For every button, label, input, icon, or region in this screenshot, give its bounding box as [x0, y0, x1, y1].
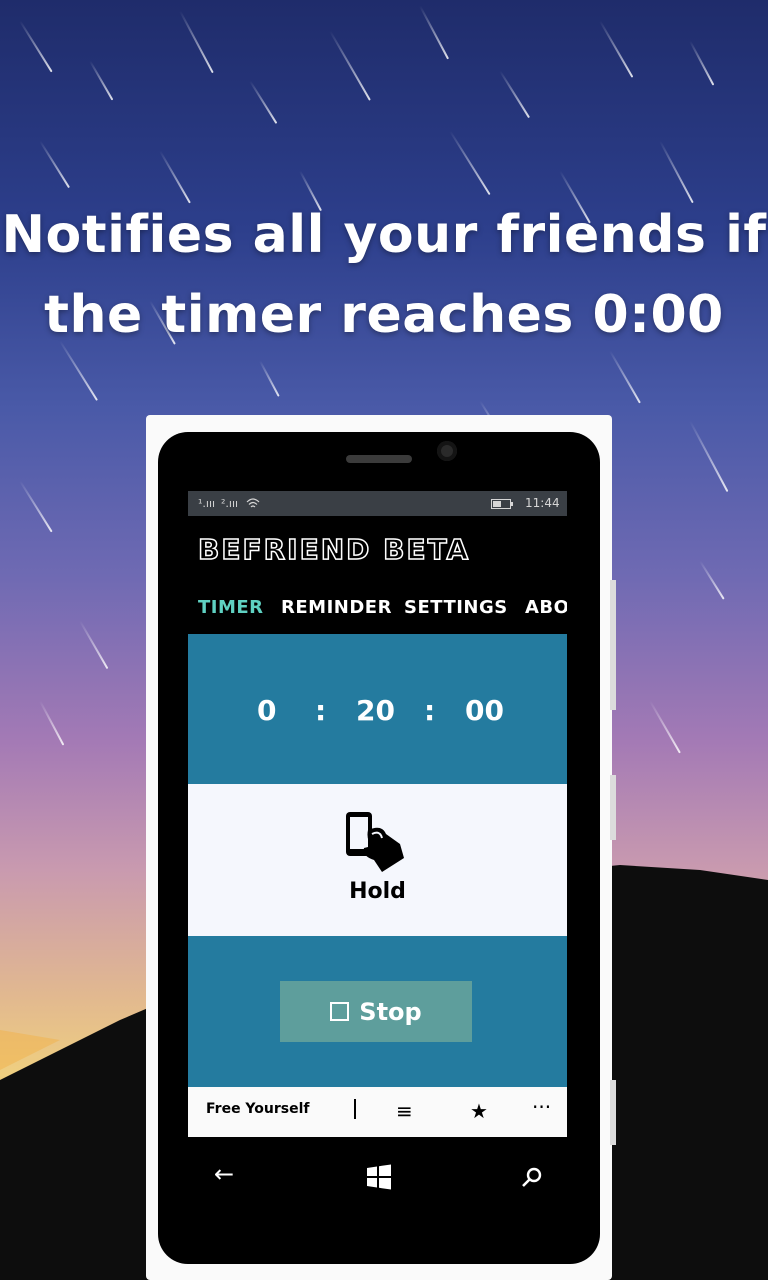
- stop-label: Stop: [359, 997, 422, 1026]
- timer-panel: 0 : 20 : 00: [188, 634, 567, 784]
- camera-button: [610, 1080, 616, 1145]
- volume-button: [610, 580, 616, 710]
- status-bar: ¹.ııı ².ııı 11:44: [188, 491, 567, 516]
- tab-about[interactable]: ABO: [525, 597, 567, 618]
- back-icon[interactable]: ←: [214, 1160, 234, 1188]
- tab-reminder[interactable]: REMINDER: [281, 597, 392, 618]
- headline-line-1: Notifies all your friends if: [1, 205, 767, 265]
- tab-settings[interactable]: SETTINGS: [404, 597, 508, 618]
- wifi-icon: [246, 498, 260, 508]
- timer-separator-2: :: [424, 694, 436, 727]
- power-button: [610, 775, 616, 840]
- tab-timer[interactable]: TIMER: [198, 597, 264, 618]
- stop-button[interactable]: Stop: [280, 981, 472, 1042]
- free-yourself-label[interactable]: Free Yourself: [206, 1101, 310, 1117]
- hand-phone-icon: [346, 812, 404, 872]
- signal-1-icon: ¹.ııı: [198, 497, 216, 510]
- hold-button[interactable]: Hold: [188, 784, 567, 936]
- timer-hours[interactable]: 0: [257, 694, 276, 727]
- hold-label: Hold: [349, 879, 406, 904]
- timer-seconds[interactable]: 00: [465, 694, 504, 727]
- timer-minutes[interactable]: 20: [356, 694, 395, 727]
- speaker-grille: [346, 455, 412, 463]
- headline-line-2: the timer reaches 0:00: [44, 285, 724, 345]
- phone-screen: ¹.ııı ².ııı 11:44 BEFRIEND BETA TIMER RE…: [188, 491, 567, 1137]
- windows-icon[interactable]: [366, 1164, 392, 1190]
- stop-panel: Stop: [188, 936, 567, 1087]
- headline: Notifies all your friends if the timer r…: [0, 195, 768, 355]
- appbar-divider: [354, 1099, 356, 1119]
- battery-icon: [491, 499, 513, 509]
- list-icon[interactable]: ≡: [396, 1099, 413, 1123]
- pivot-tabs: TIMER REMINDER SETTINGS ABO: [188, 597, 567, 623]
- timer-separator-1: :: [315, 694, 327, 727]
- search-icon[interactable]: [521, 1166, 543, 1188]
- front-camera: [437, 441, 457, 461]
- star-icon[interactable]: ★: [470, 1099, 488, 1123]
- app-title: BEFRIEND BETA: [197, 532, 471, 567]
- signal-2-icon: ².ııı: [221, 497, 239, 510]
- status-time: 11:44: [525, 496, 560, 510]
- more-icon[interactable]: ···: [532, 1095, 551, 1119]
- app-bar: Free Yourself ≡ ★ ···: [188, 1087, 567, 1137]
- stop-checkbox-icon: [330, 1002, 350, 1021]
